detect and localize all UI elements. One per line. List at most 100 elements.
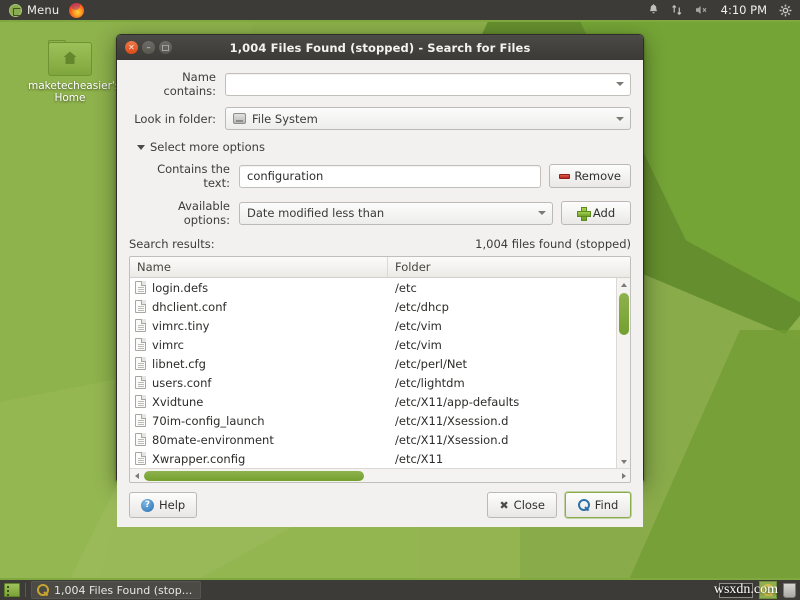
cell-folder: /etc/vim	[388, 319, 616, 333]
network-updown-icon[interactable]	[671, 4, 683, 16]
taskbar-window-button[interactable]: 1,004 Files Found (stop...	[31, 581, 201, 599]
cell-name: Xvidtune	[130, 395, 388, 409]
chevron-down-icon	[538, 211, 546, 215]
window-titlebar[interactable]: ✕ – □ 1,004 Files Found (stopped) - Sear…	[117, 35, 643, 60]
triangle-down-icon	[137, 145, 145, 150]
chevron-down-icon[interactable]	[616, 82, 624, 86]
action-bar-right-group: ✖ Close Find	[487, 492, 631, 518]
name-contains-input[interactable]	[225, 73, 631, 96]
minimize-icon[interactable]: –	[142, 41, 155, 54]
cell-folder: /etc/perl/Net	[388, 357, 616, 371]
cell-name: users.conf	[130, 376, 388, 390]
maximize-icon[interactable]: □	[159, 41, 172, 54]
search-results-status: 1,004 files found (stopped)	[475, 237, 631, 251]
menu-button[interactable]: Menu	[4, 2, 64, 18]
look-in-folder-combobox[interactable]: File System	[225, 107, 631, 130]
remove-button-label: Remove	[574, 169, 621, 183]
show-desktop-icon[interactable]	[4, 583, 20, 597]
horizontal-scroll-thumb[interactable]	[144, 471, 364, 481]
clock[interactable]: 4:10 PM	[721, 3, 767, 17]
close-icon[interactable]: ✕	[125, 41, 138, 54]
home-folder-icon	[48, 40, 92, 76]
help-button[interactable]: ? Help	[129, 492, 197, 518]
add-button[interactable]: Add	[561, 201, 631, 225]
vertical-scroll-thumb[interactable]	[619, 293, 629, 335]
table-row[interactable]: login.defs/etc	[130, 278, 616, 297]
table-row[interactable]: dhclient.conf/etc/dhcp	[130, 297, 616, 316]
cell-name-text: Xwrapper.config	[152, 452, 245, 466]
cell-name-text: login.defs	[152, 281, 208, 295]
desktop-icon-home[interactable]: maketecheasier's Home	[28, 40, 112, 104]
list-header: Name Folder	[130, 257, 630, 278]
window-action-bar: ? Help ✖ Close Find	[117, 483, 643, 527]
cell-folder: /etc/X11/app-defaults	[388, 395, 616, 409]
gear-icon[interactable]	[779, 4, 792, 17]
search-for-files-window: ✕ – □ 1,004 Files Found (stopped) - Sear…	[116, 34, 644, 482]
look-in-folder-row: Look in folder: File System	[129, 107, 631, 130]
desktop-icon-label-line1: maketecheasier's	[28, 80, 112, 92]
document-icon	[135, 319, 146, 332]
plus-icon	[577, 207, 589, 219]
contains-text-label: Contains the text:	[129, 162, 239, 190]
drive-icon	[233, 113, 246, 124]
select-more-options-expander[interactable]: Select more options	[137, 140, 631, 154]
cell-name-text: libnet.cfg	[152, 357, 206, 371]
table-row[interactable]: 70im-config_launch/etc/X11/Xsession.d	[130, 411, 616, 430]
horizontal-scroll-track[interactable]	[143, 469, 617, 483]
find-button-label: Find	[595, 498, 619, 512]
cell-name-text: dhclient.conf	[152, 300, 227, 314]
contains-text-row: Contains the text: configuration Remove	[129, 162, 631, 190]
table-row[interactable]: Xwrapper.config/etc/X11	[130, 449, 616, 468]
table-row[interactable]: vimrc/etc/vim	[130, 335, 616, 354]
available-options-combobox[interactable]: Date modified less than	[239, 202, 553, 225]
close-button[interactable]: ✖ Close	[487, 492, 557, 518]
table-row[interactable]: libnet.cfg/etc/perl/Net	[130, 354, 616, 373]
contains-text-input[interactable]: configuration	[239, 165, 541, 188]
look-in-folder-value: File System	[252, 112, 318, 126]
cell-name-text: Xvidtune	[152, 395, 203, 409]
document-icon	[135, 452, 146, 465]
firefox-icon[interactable]	[69, 3, 84, 18]
linux-mint-logo-icon	[9, 4, 22, 17]
remove-button[interactable]: Remove	[549, 164, 631, 188]
name-contains-row: Name contains:	[129, 70, 631, 98]
document-icon	[135, 300, 146, 313]
list-body: login.defs/etcdhclient.conf/etc/dhcpvimr…	[130, 278, 616, 468]
cell-folder: /etc	[388, 281, 616, 295]
scroll-right-icon[interactable]	[617, 469, 630, 483]
window-body: Name contains: Look in folder: File Syst…	[117, 60, 643, 483]
house-glyph	[61, 49, 79, 67]
document-icon	[135, 338, 146, 351]
column-header-name[interactable]: Name	[130, 257, 388, 277]
minus-icon	[559, 174, 570, 179]
cell-folder: /etc/X11	[388, 452, 616, 466]
cell-name: login.defs	[130, 281, 388, 295]
table-row[interactable]: vimrc.tiny/etc/vim	[130, 316, 616, 335]
table-row[interactable]: users.conf/etc/lightdm	[130, 373, 616, 392]
cell-folder: /etc/X11/Xsession.d	[388, 414, 616, 428]
trash-icon[interactable]	[783, 583, 796, 598]
horizontal-scrollbar[interactable]	[130, 468, 630, 482]
select-more-options-label: Select more options	[150, 140, 265, 154]
available-options-row: Available options: Date modified less th…	[129, 199, 631, 227]
document-icon	[135, 357, 146, 370]
find-button[interactable]: Find	[565, 492, 631, 518]
document-icon	[135, 376, 146, 389]
cell-name-text: 80mate-environment	[152, 433, 274, 447]
document-icon	[135, 281, 146, 294]
window-title: 1,004 Files Found (stopped) - Search for…	[117, 41, 643, 55]
scroll-up-icon[interactable]	[617, 278, 631, 291]
scroll-down-icon[interactable]	[617, 455, 631, 468]
vertical-scroll-track[interactable]	[617, 291, 631, 455]
column-header-folder[interactable]: Folder	[388, 257, 630, 277]
cell-name: 70im-config_launch	[130, 414, 388, 428]
volume-muted-icon[interactable]	[695, 4, 709, 16]
table-row[interactable]: 80mate-environment/etc/X11/Xsession.d	[130, 430, 616, 449]
vertical-scrollbar[interactable]	[616, 278, 630, 468]
cell-folder: /etc/X11/Xsession.d	[388, 433, 616, 447]
table-row[interactable]: Xvidtune/etc/X11/app-defaults	[130, 392, 616, 411]
scroll-left-icon[interactable]	[130, 469, 143, 483]
notification-bell-icon[interactable]	[648, 4, 659, 16]
search-results-label: Search results:	[129, 237, 215, 251]
taskbar: 1,004 Files Found (stop...	[0, 578, 800, 600]
